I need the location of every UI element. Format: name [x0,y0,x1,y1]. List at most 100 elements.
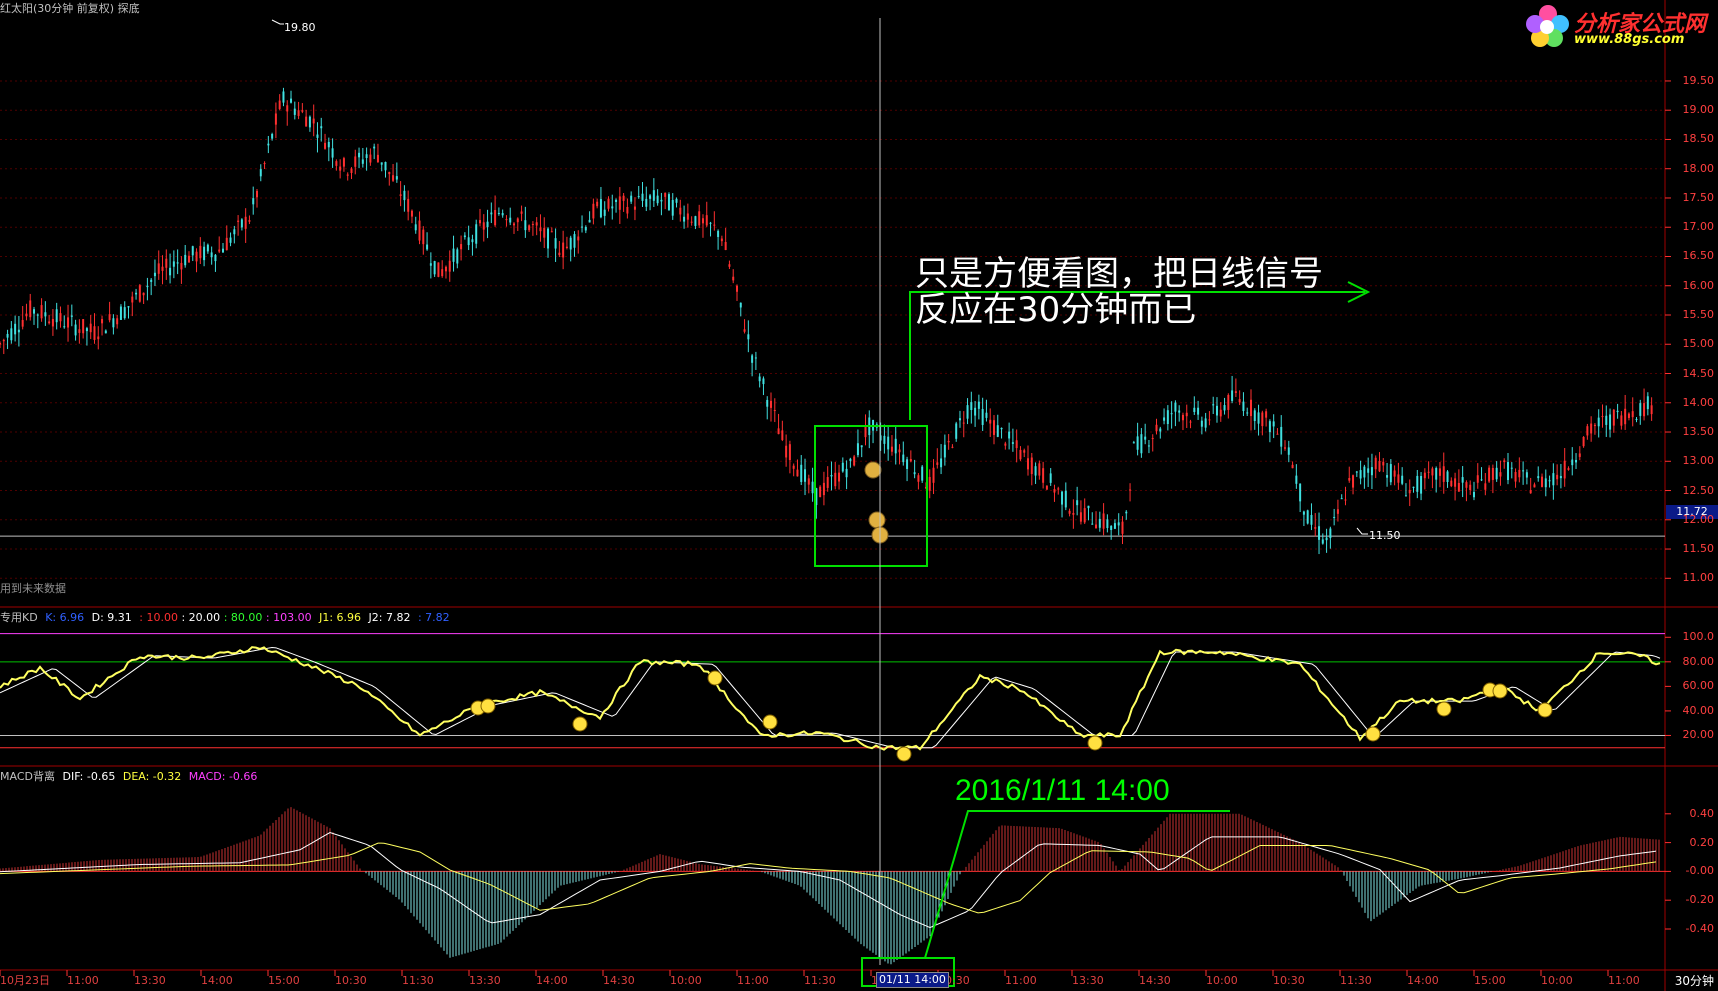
candle-body [78,329,81,333]
candle-body [577,236,580,241]
smiley-signal-icon [480,698,496,714]
candle-body [14,323,17,335]
candle-body [1575,459,1578,463]
time-axis-label: 10月23日 [0,974,50,987]
candle-body [1181,414,1184,421]
candle-body [649,195,652,199]
candle-body [1627,413,1630,418]
candle-body [1616,410,1619,413]
candle-body [1624,408,1627,425]
candle-body [48,321,51,324]
candle-body [1246,412,1249,414]
candle-body [286,105,289,112]
candle-body [856,443,859,456]
candle-body [1374,457,1377,470]
candle-body [467,237,470,246]
candle-body [1208,419,1211,421]
candle-body [1359,470,1362,479]
time-axis-label: 11:00 [737,974,769,987]
macd-dif: DIF: -0.65 [62,770,116,783]
candle-body [354,156,357,167]
candle-body [501,213,504,216]
candle-body [739,302,742,308]
candle-body [1238,399,1241,403]
candle-body [1193,407,1196,412]
candle-body [618,196,621,210]
candle-body [1590,423,1593,434]
time-axis-label: 14:30 [603,974,635,987]
candle-body [1378,460,1381,472]
candle-body [494,209,497,226]
candle-body [0,343,1,345]
candle-body [1027,458,1030,470]
candle-body [1057,488,1060,490]
kd-axis-label: 60.00 [1682,679,1715,693]
candle-body [21,320,24,327]
candle-body [1465,482,1468,488]
candle-body [985,412,988,418]
candle-body [1174,402,1177,412]
stock-chart-canvas[interactable] [0,0,1718,991]
candle-body [1344,499,1347,501]
candle-body [40,305,43,319]
candle-body [932,467,935,483]
smiley-signal-icon [1537,702,1553,718]
candle-body [1318,526,1321,540]
candle-body [418,220,421,241]
macd-axis-label: -0.20 [1685,893,1714,907]
candle-body [1333,516,1336,518]
candle-body [743,329,746,332]
kd-k-line [0,646,1661,751]
candle-body [599,199,602,218]
candle-body [1136,436,1139,450]
candle-body [407,198,410,212]
candle-body [516,218,519,223]
candle-body [531,223,534,225]
candle-body [592,203,595,219]
site-logo[interactable]: 分析家公式网 www.88gs.com [1524,2,1710,50]
candle-body [626,206,629,214]
candle-body [108,314,111,321]
annotation-date: 2016/1/11 14:00 [955,774,1170,807]
candle-body [339,166,342,171]
candle-body [1045,485,1048,490]
flower-logo-icon [1526,5,1569,47]
price-axis-label: 18.50 [1682,132,1715,146]
candle-body [36,314,39,316]
candle-body [1563,460,1566,479]
candle-body [312,118,315,124]
candle-body [1231,390,1234,401]
candle-body [1435,468,1438,480]
candle-body [720,238,723,242]
candle-body [244,216,247,229]
macd-axis-label: 0.40 [1689,806,1715,820]
candle-body [293,108,296,115]
candle-body [633,206,636,210]
candle-body [913,472,916,475]
candle-body [1484,483,1487,490]
candle-body [1620,415,1623,426]
candle-body [1336,509,1339,514]
price-axis-label: 16.00 [1682,278,1715,292]
time-axis-label: 14:00 [201,974,233,987]
candle-body [1087,505,1090,509]
time-axis-label: 10:00 [670,974,702,987]
candle-body [324,142,327,149]
high-marker [271,19,284,25]
candle-body [1091,523,1094,525]
candle-body [838,472,841,482]
candle-body [1438,468,1441,476]
candle-body [369,154,372,163]
candle-body [229,237,232,243]
candle-body [380,162,383,165]
price-axis-label: 15.50 [1682,308,1715,321]
candle-body [1431,468,1434,476]
candle-body [1257,412,1260,424]
candle-body [1125,511,1128,514]
candle-body [6,333,9,338]
candle-body [1401,475,1404,484]
price-axis-label: 17.50 [1682,190,1715,204]
time-axis-label: 14:30 [1139,974,1171,987]
candle-body [157,263,160,274]
candle-body [1189,421,1192,423]
